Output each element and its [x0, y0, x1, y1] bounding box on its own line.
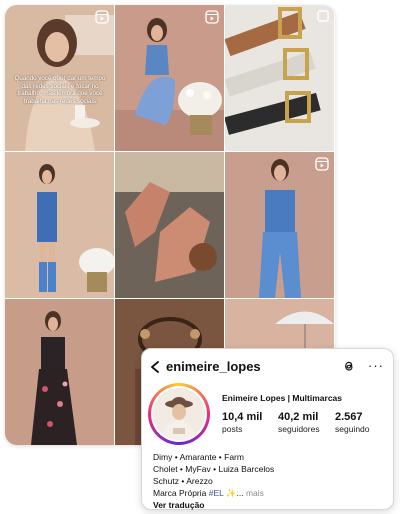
reel-icon: [315, 157, 329, 171]
bio-more-link[interactable]: mais: [246, 488, 264, 498]
post-tile-4[interactable]: [5, 152, 114, 298]
bio-line: Cholet • MyFav • Luiza Barcelos: [153, 464, 275, 474]
bio-emoji: ✨...: [223, 488, 246, 498]
bio-line: Schutz • Arezzo: [153, 476, 213, 486]
bio-text: Marca Própria: [153, 488, 209, 498]
post-caption: Quando você quer dar um tempo das redes …: [14, 75, 106, 105]
post-tile-7[interactable]: [5, 299, 114, 445]
post-tile-1[interactable]: Quando você quer dar um tempo das redes …: [5, 5, 114, 151]
posts-count[interactable]: 10,4 mil posts: [222, 411, 262, 434]
posts-count-value: 10,4 mil: [222, 411, 263, 423]
see-translation-link[interactable]: Ver tradução: [153, 499, 274, 511]
profile-username: enimeire_lopes: [166, 359, 261, 374]
avatar[interactable]: [148, 383, 210, 445]
post-photo: [225, 152, 334, 298]
profile-header-card: enimeire_lopes ··· Enimeire Lopes | Mult…: [141, 348, 394, 510]
hashtag-link[interactable]: #EL: [209, 488, 224, 498]
threads-icon[interactable]: [342, 359, 356, 373]
avatar-photo: [151, 386, 207, 442]
bio-line: Marca Própria #EL ✨... mais: [153, 487, 274, 499]
profile-full-name: Enimeire Lopes | Multimarcas: [222, 393, 343, 403]
post-tile-2[interactable]: [115, 5, 224, 151]
reel-icon: [95, 10, 109, 24]
following-count[interactable]: 2.567 seguindo: [335, 411, 370, 434]
chevron-left-icon[interactable]: [150, 361, 160, 373]
post-photo: [115, 152, 224, 298]
post-photo: [115, 5, 224, 151]
posts-count-label: posts: [222, 424, 243, 434]
post-photo: [5, 152, 114, 298]
profile-bio: Dimy • Amarante • Farm Cholet • MyFav • …: [153, 451, 274, 511]
following-count-value: 2.567: [335, 411, 363, 423]
post-tile-3[interactable]: [225, 5, 334, 151]
bio-line: Dimy • Amarante • Farm: [153, 452, 244, 462]
followers-count-value: 40,2 mil: [278, 411, 319, 423]
reel-icon: [205, 10, 219, 24]
more-options-icon[interactable]: ···: [368, 358, 384, 373]
post-photo: [5, 299, 114, 445]
followers-count-label: seguidores: [278, 424, 320, 434]
multiple-photos-icon: [317, 10, 329, 22]
post-photo: [225, 5, 334, 151]
post-tile-6[interactable]: [225, 152, 334, 298]
following-count-label: seguindo: [335, 424, 370, 434]
post-tile-5[interactable]: [115, 152, 224, 298]
followers-count[interactable]: 40,2 mil seguidores: [278, 411, 320, 434]
